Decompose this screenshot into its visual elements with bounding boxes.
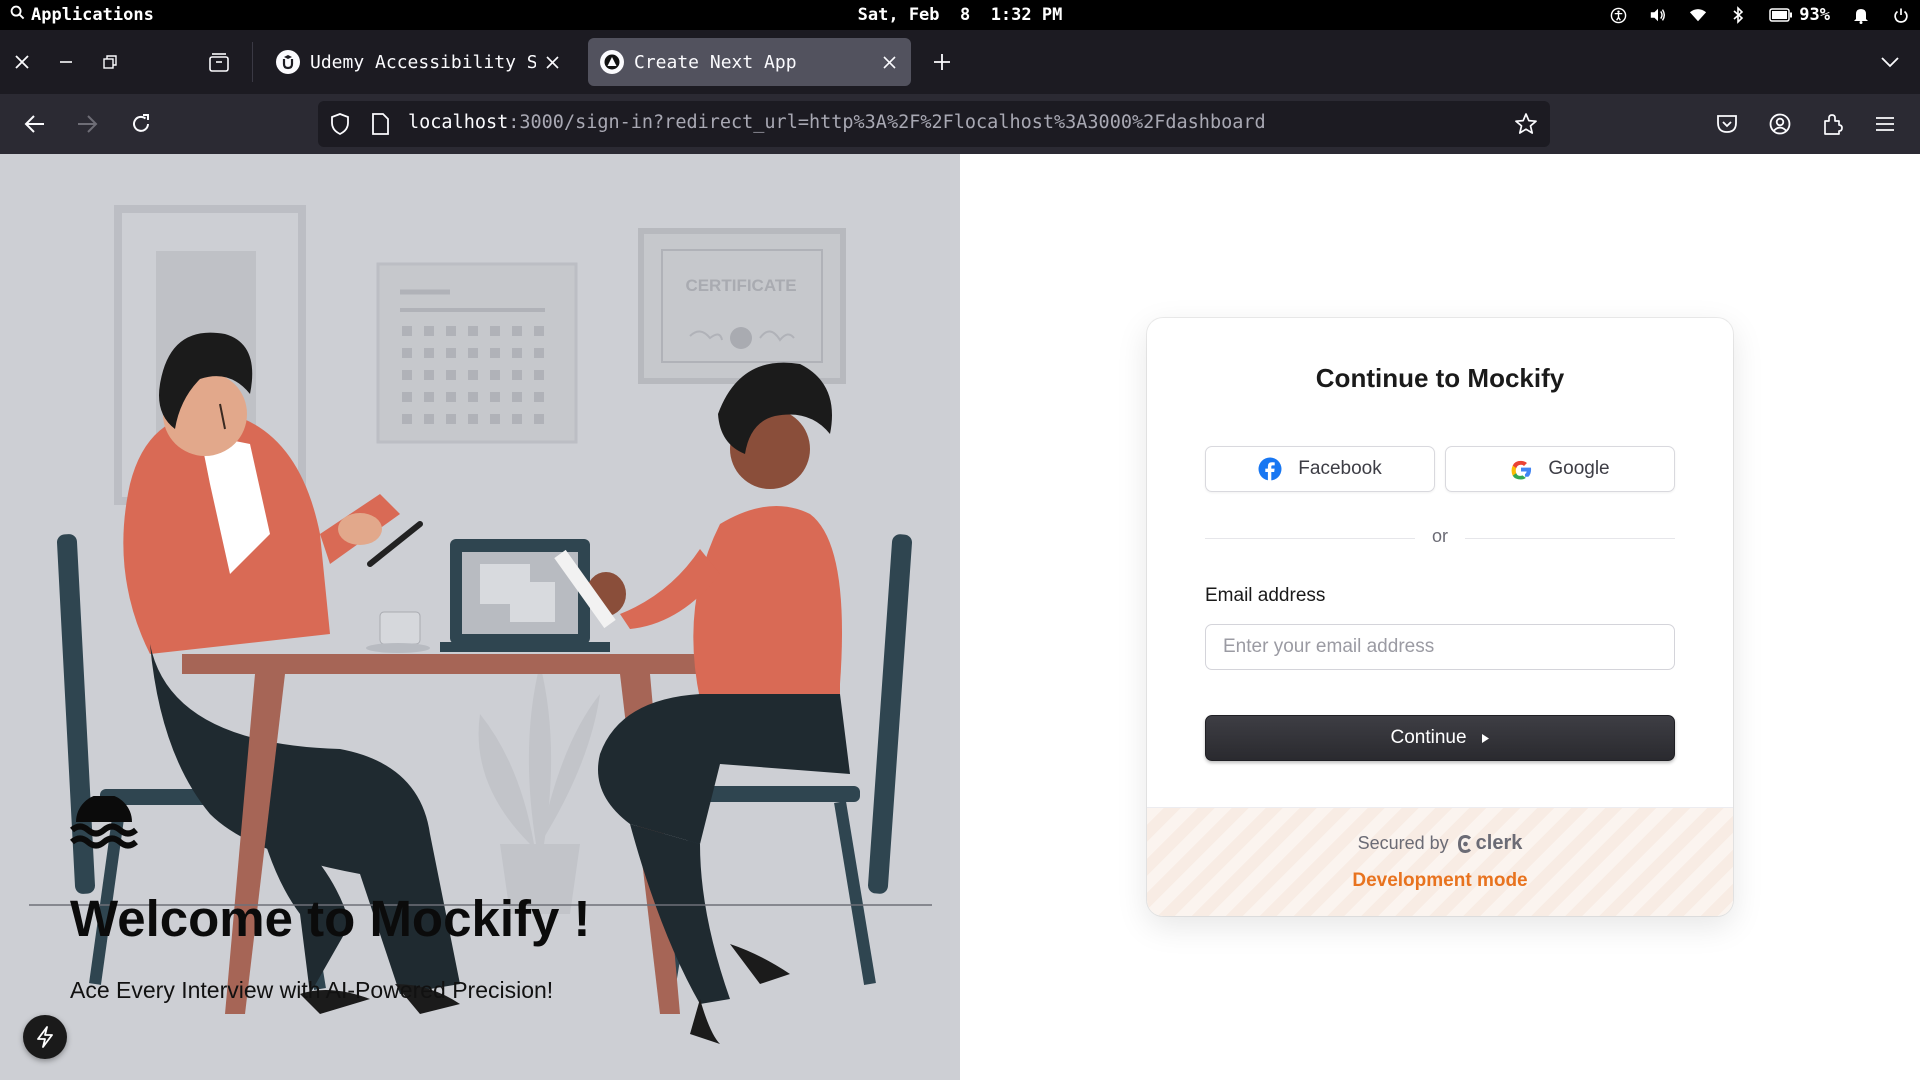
close-icon xyxy=(882,55,896,69)
shield-icon[interactable] xyxy=(330,113,350,140)
google-icon xyxy=(1511,460,1532,480)
dev-tools-button[interactable] xyxy=(23,1015,67,1059)
tab-close-button[interactable] xyxy=(879,52,899,72)
tab-udemy[interactable]: Udemy Accessibility Sta xyxy=(264,38,574,86)
accessibility-icon[interactable] xyxy=(1609,6,1627,24)
tab-close-button[interactable] xyxy=(542,52,562,72)
tab-separator xyxy=(252,42,253,82)
search-icon xyxy=(10,5,25,25)
url-bar[interactable]: localhost:3000/sign-in?redirect_url=http… xyxy=(318,101,1550,147)
hero-panel: CERTIFICATE Welcome to Mockify ! Ace Eve… xyxy=(0,154,960,1080)
url-path: :3000/sign-in?redirect_url=http%3A%2F%2F… xyxy=(508,112,1266,133)
tab-create-next-app[interactable]: Create Next App xyxy=(588,38,911,86)
window-restore-button[interactable] xyxy=(90,30,130,94)
certificate-text: CERTIFICATE xyxy=(685,276,796,295)
back-button[interactable] xyxy=(17,106,53,142)
clerk-logo[interactable]: clerk xyxy=(1457,832,1523,855)
continue-button[interactable]: Continue xyxy=(1205,715,1675,761)
os-top-bar: Applications Sat, Feb 8 1:32 PM 93% xyxy=(0,0,1920,30)
hero-title: Welcome to Mockify ! xyxy=(70,890,591,947)
reload-button[interactable] xyxy=(123,106,159,142)
secured-by-text: Secured by xyxy=(1357,833,1449,853)
facebook-label: Facebook xyxy=(1298,458,1382,479)
notification-bell-icon[interactable] xyxy=(1852,6,1870,24)
sign-in-card: Continue to Mockify Facebook Google or E… xyxy=(1147,318,1733,916)
restore-icon xyxy=(103,55,117,69)
pocket-button[interactable] xyxy=(1709,106,1745,142)
google-label: Google xyxy=(1548,458,1610,479)
list-all-tabs-button[interactable] xyxy=(1870,30,1910,94)
forward-button[interactable] xyxy=(69,106,105,142)
new-tab-button[interactable] xyxy=(922,30,962,94)
divider-line-right xyxy=(1465,538,1675,539)
udemy-icon xyxy=(276,50,300,74)
google-sign-in-button[interactable]: Google xyxy=(1445,446,1675,492)
pocket-icon xyxy=(1717,115,1737,133)
bluetooth-icon[interactable] xyxy=(1729,6,1747,24)
hamburger-menu-icon xyxy=(1876,117,1894,131)
clock[interactable]: Sat, Feb 8 1:32 PM xyxy=(858,5,1063,25)
window-minimize-button[interactable] xyxy=(46,30,86,94)
volume-icon[interactable] xyxy=(1649,6,1667,24)
battery-indicator[interactable]: 93% xyxy=(1769,5,1830,25)
applications-label: Applications xyxy=(31,5,154,25)
mockify-logo-icon xyxy=(70,796,138,849)
tab-overview-button[interactable] xyxy=(199,30,239,94)
browser-nav-bar: localhost:3000/sign-in?redirect_url=http… xyxy=(0,94,1920,154)
wifi-icon[interactable] xyxy=(1689,6,1707,24)
tab-title: Udemy Accessibility Sta xyxy=(310,51,536,73)
page-content: CERTIFICATE Welcome to Mockify ! Ace Eve… xyxy=(0,154,1920,1080)
development-mode-label: Development mode xyxy=(1352,870,1528,891)
divider-or: or xyxy=(1431,526,1448,546)
tab-overview-icon xyxy=(209,53,229,72)
url-host: localhost xyxy=(408,112,509,133)
clerk-icon xyxy=(1457,834,1471,853)
clerk-brand: clerk xyxy=(1475,832,1523,854)
hero-tagline: Ace Every Interview with AI-Powered Prec… xyxy=(70,977,554,1003)
email-field[interactable] xyxy=(1205,624,1675,670)
lightning-bolt-icon xyxy=(37,1026,53,1048)
browser-tab-bar: Udemy Accessibility Sta Create Next App xyxy=(0,30,1920,94)
facebook-sign-in-button[interactable]: Facebook xyxy=(1205,446,1435,492)
secured-by-row: Secured by clerk xyxy=(1147,832,1733,855)
account-button[interactable] xyxy=(1762,106,1798,142)
plus-icon xyxy=(934,54,950,70)
arrow-right-icon xyxy=(78,115,98,133)
close-icon xyxy=(15,55,29,69)
url-text[interactable]: localhost:3000/sign-in?redirect_url=http… xyxy=(408,112,1266,133)
facebook-icon xyxy=(1258,457,1282,481)
account-icon xyxy=(1769,113,1791,135)
minimize-icon xyxy=(60,61,72,63)
nextjs-icon xyxy=(600,50,624,74)
page-info-icon[interactable] xyxy=(371,113,389,140)
continue-label: Continue xyxy=(1390,727,1467,748)
power-icon[interactable] xyxy=(1892,6,1910,24)
puzzle-icon xyxy=(1824,114,1843,135)
reload-icon xyxy=(133,114,149,132)
email-label: Email address xyxy=(1205,585,1326,606)
bookmark-star-icon[interactable] xyxy=(1514,112,1538,141)
arrow-left-icon xyxy=(24,115,44,133)
sign-in-title: Continue to Mockify xyxy=(1315,363,1565,393)
extensions-button[interactable] xyxy=(1815,106,1851,142)
applications-menu[interactable]: Applications xyxy=(10,0,154,30)
triangle-right-icon xyxy=(1481,733,1489,743)
close-icon xyxy=(545,55,559,69)
battery-percent: 93% xyxy=(1799,5,1830,25)
card-footer: Secured by clerk Development mode xyxy=(1147,807,1733,916)
tab-title: Create Next App xyxy=(634,51,797,73)
menu-button[interactable] xyxy=(1867,106,1903,142)
window-close-button[interactable] xyxy=(2,30,42,94)
chevron-down-icon xyxy=(1881,57,1899,68)
battery-icon xyxy=(1769,8,1793,22)
